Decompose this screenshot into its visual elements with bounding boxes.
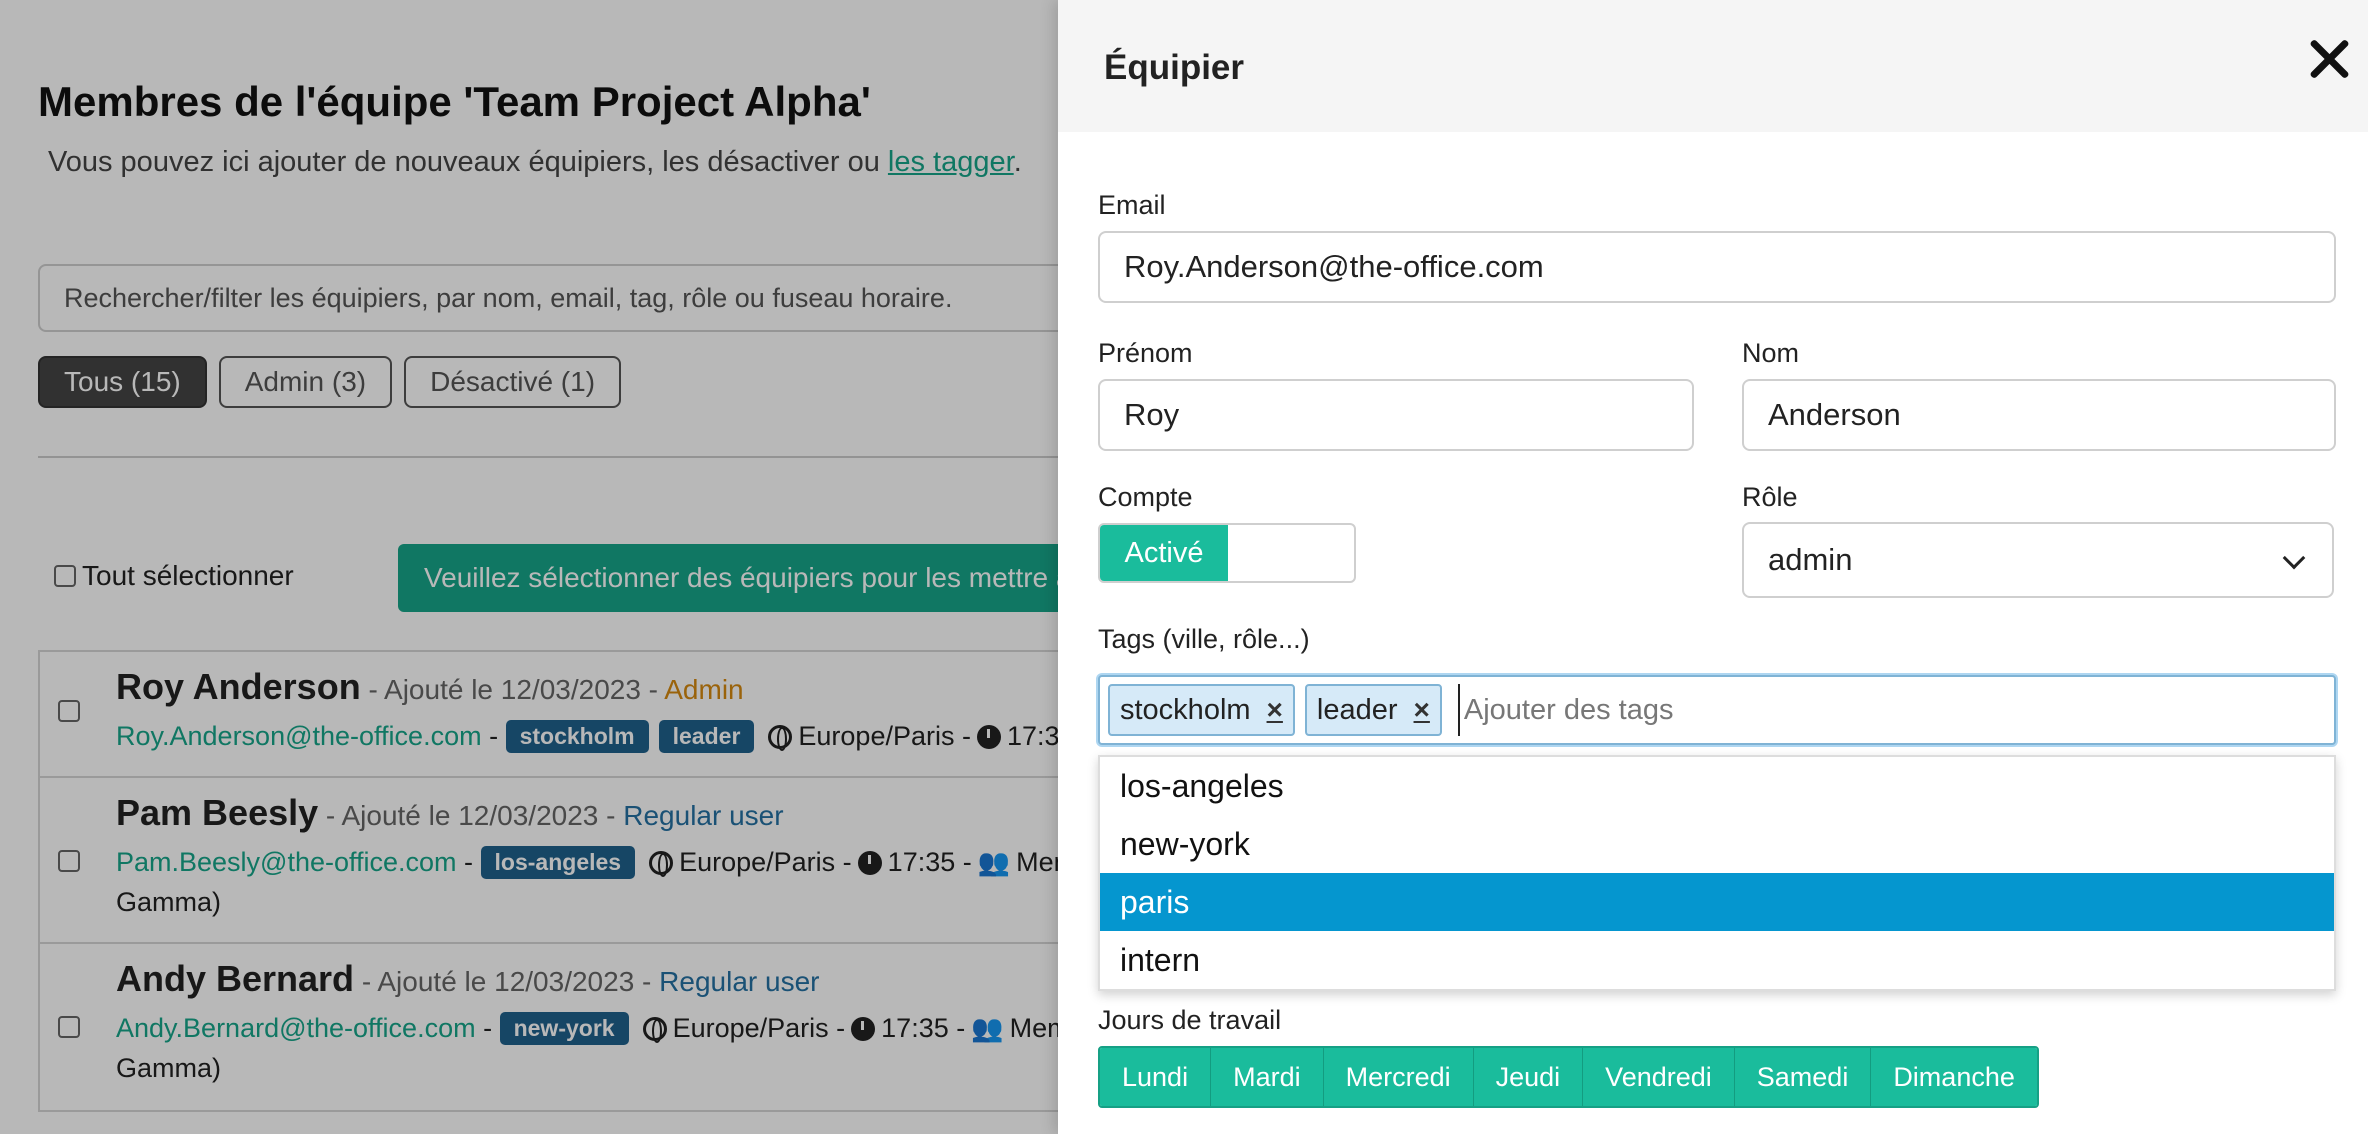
role-select[interactable]: admin [1742, 522, 2334, 598]
add-tags-input[interactable]: Ajouter des tags [1457, 684, 1673, 736]
firstname-field[interactable]: Roy [1098, 379, 1694, 451]
tags-input-box[interactable]: stockholm × leader × Ajouter des tags [1098, 675, 2336, 745]
workday-tuesday[interactable]: Mardi [1211, 1048, 1324, 1106]
close-icon[interactable] [2304, 34, 2354, 84]
firstname-label: Prénom [1098, 338, 1193, 368]
workday-saturday[interactable]: Samedi [1734, 1048, 1872, 1106]
tag-chip-label: leader [1316, 694, 1398, 726]
workday-thursday[interactable]: Jeudi [1473, 1048, 1584, 1106]
tag-suggestions-dropdown: los-angeles new-york paris intern [1098, 755, 2336, 991]
suggestion-intern[interactable]: intern [1100, 931, 2334, 989]
remove-tag-icon[interactable]: × [1414, 686, 1430, 734]
member-edit-drawer: Équipier Email Roy.Anderson@the-office.c… [1058, 0, 2368, 1134]
role-label: Rôle [1742, 482, 1798, 512]
workday-monday[interactable]: Lundi [1100, 1048, 1212, 1106]
tag-chip-leader: leader × [1304, 684, 1442, 736]
workdays-label: Jours de travail [1098, 1005, 1282, 1035]
tag-chip-label: stockholm [1120, 694, 1251, 726]
remove-tag-icon[interactable]: × [1267, 686, 1283, 734]
workday-sunday[interactable]: Dimanche [1871, 1048, 2037, 1106]
drawer-header: Équipier [1058, 0, 2368, 132]
chevron-down-icon [2282, 546, 2306, 570]
email-label: Email [1098, 190, 1166, 220]
email-field[interactable]: Roy.Anderson@the-office.com [1098, 231, 2336, 303]
suggestion-paris[interactable]: paris [1100, 873, 2334, 931]
modal-backdrop[interactable] [0, 0, 1060, 1134]
tag-chip-stockholm: stockholm × [1108, 684, 1295, 736]
lastname-label: Nom [1742, 338, 1800, 368]
account-toggle[interactable]: Activé [1098, 523, 1356, 583]
workday-wednesday[interactable]: Mercredi [1323, 1048, 1474, 1106]
account-label: Compte [1098, 482, 1193, 512]
role-select-value: admin [1768, 542, 1853, 577]
lastname-field[interactable]: Anderson [1742, 379, 2336, 451]
account-toggle-on: Activé [1100, 525, 1228, 581]
workday-friday[interactable]: Vendredi [1583, 1048, 1735, 1106]
tags-label: Tags (ville, rôle...) [1098, 624, 1310, 654]
drawer-title: Équipier [1104, 48, 1245, 87]
workdays-group: Lundi Mardi Mercredi Jeudi Vendredi Same… [1098, 1046, 2039, 1108]
suggestion-new-york[interactable]: new-york [1100, 815, 2334, 873]
suggestion-los-angeles[interactable]: los-angeles [1100, 757, 2334, 815]
